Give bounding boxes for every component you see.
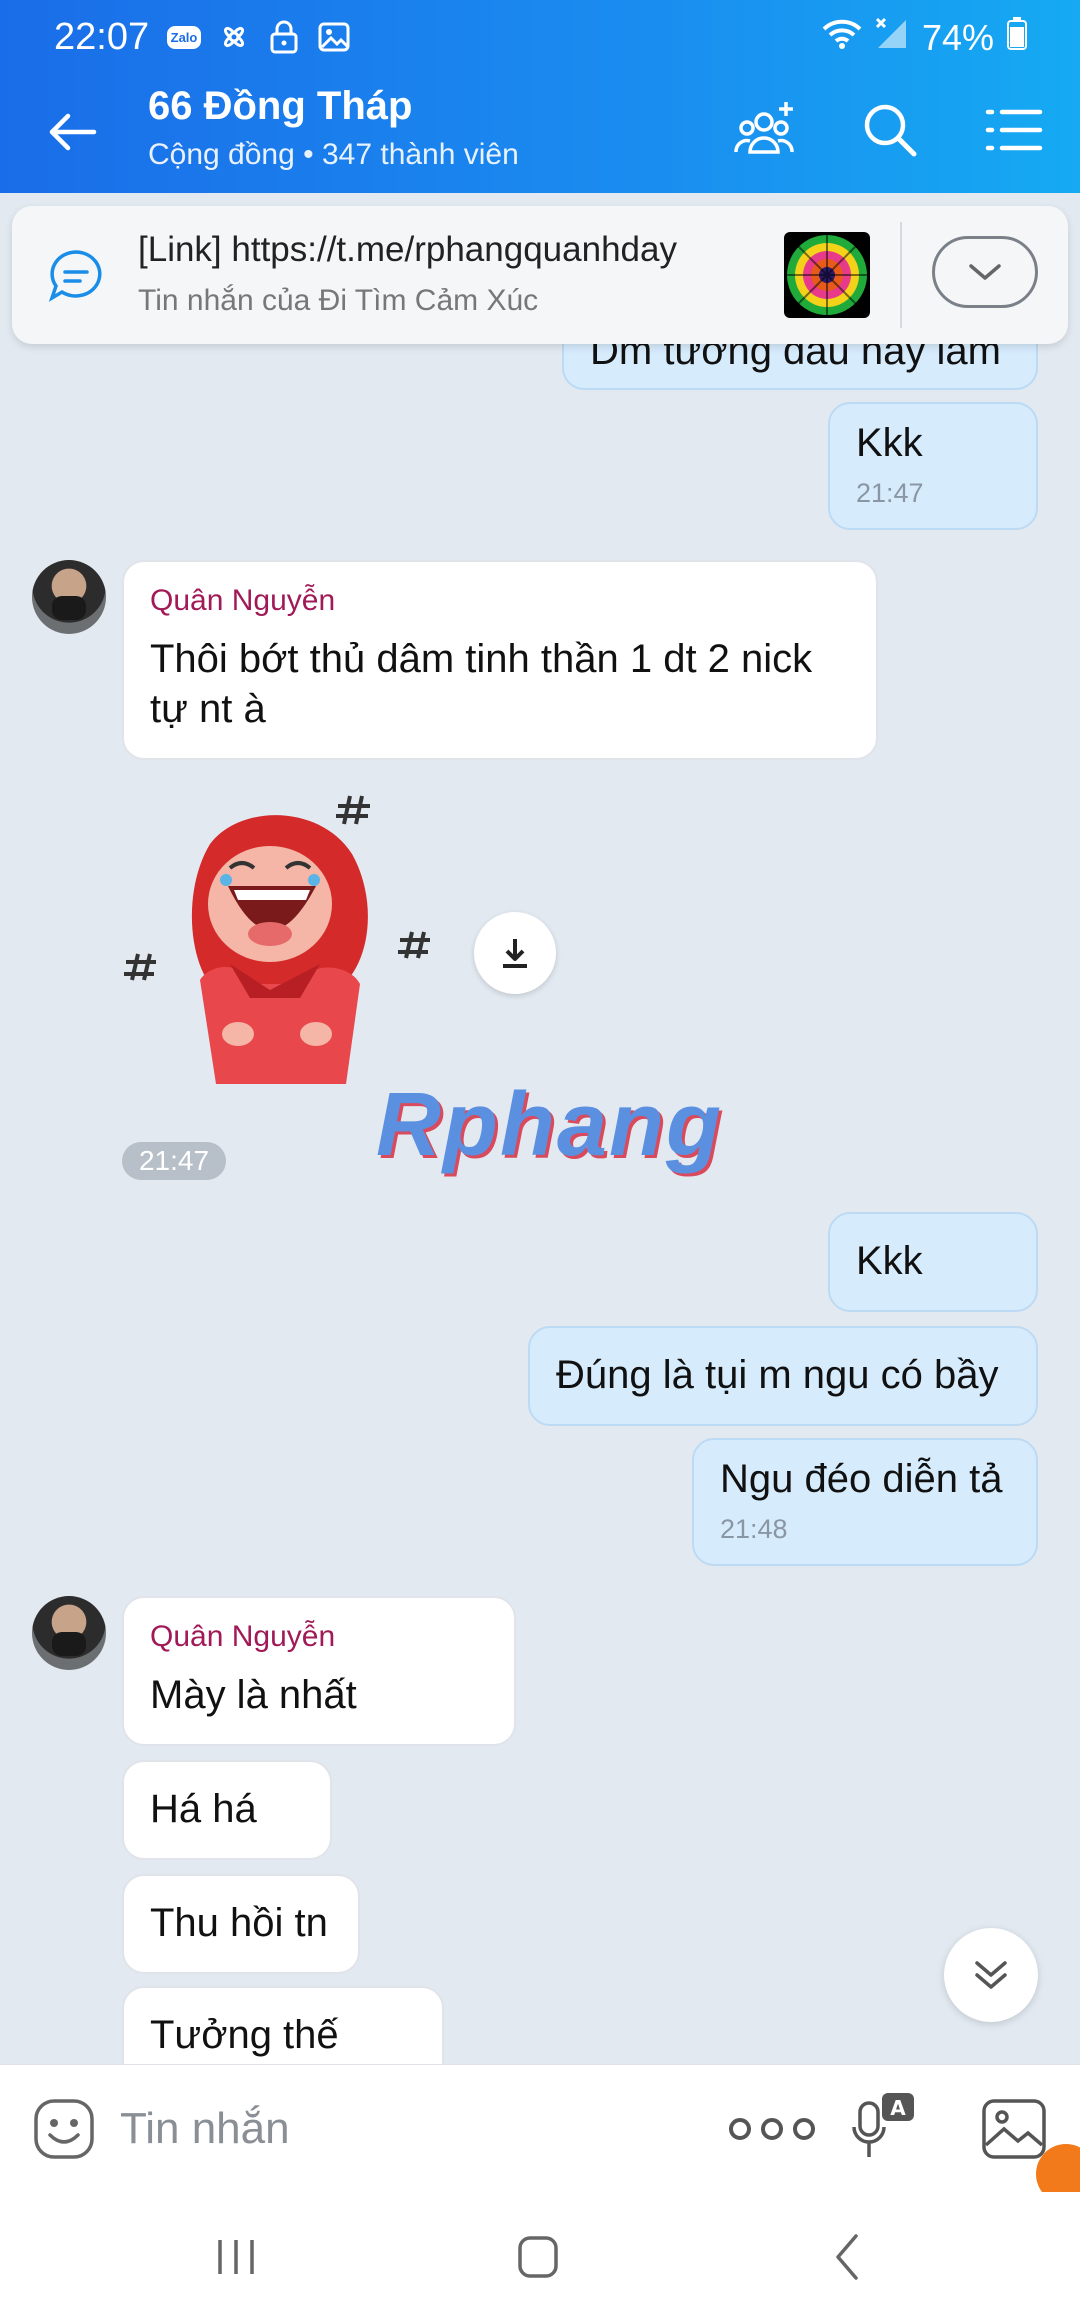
message-text: Dm tướng đầu hay lắm [590, 344, 1001, 373]
avatar[interactable] [32, 1596, 106, 1670]
watermark-logo: Rphang [376, 1075, 723, 1175]
zalo-notification-icon: Zalo [166, 20, 202, 54]
wifi-icon [822, 17, 862, 59]
chat-bubble-icon [46, 246, 106, 306]
voice-to-text-button[interactable]: A [852, 2091, 916, 2167]
sticker-time: 21:47 [122, 1142, 226, 1180]
scroll-to-bottom-button[interactable] [944, 1928, 1038, 2022]
search-icon [864, 104, 917, 157]
sender-name[interactable]: Quân Nguyễn [150, 1612, 488, 1662]
pinwheel-icon [216, 20, 252, 54]
download-icon [503, 939, 527, 968]
gallery-icon [316, 20, 352, 54]
list-menu-icon [985, 109, 1043, 151]
divider [900, 222, 902, 328]
message-text-line: Thôi bớt thủ dâm tinh thần 1 dt 2 nick [150, 637, 813, 681]
status-bar: 22:07 Zalo 74% [0, 0, 1080, 66]
message-text: Kkk [856, 421, 923, 465]
status-right-icons: 74% [822, 16, 1028, 59]
message-bubble[interactable]: Quân Nguyễn Thôi bớt thủ dâm tinh thần 1… [122, 560, 878, 760]
more-options-button[interactable] [716, 2105, 828, 2153]
more-dots-icon [729, 2118, 815, 2140]
recent-apps-icon [218, 2240, 254, 2274]
message-bubble[interactable]: Kkk [828, 1212, 1038, 1312]
message-bubble[interactable]: Đúng là tụi m ngu có bầy [528, 1326, 1038, 1426]
message-text: Thu hồi tn [150, 1901, 328, 1945]
pinned-title: [Link] https://t.me/rphangquanhday [138, 230, 677, 269]
expand-pinned-button[interactable] [932, 236, 1038, 308]
message-bubble[interactable]: Quân Nguyễn Mày là nhất [122, 1596, 516, 1746]
chat-header: 66 Đồng Tháp Cộng đồng • 347 thành viên [0, 66, 1080, 193]
send-image-button[interactable] [980, 2095, 1048, 2163]
chevron-down-icon [969, 264, 1001, 280]
back-button[interactable] [44, 104, 100, 160]
chat-area[interactable]: Dm tướng đầu hay lắm Kkk 21:47 Quân Nguy… [0, 344, 1080, 2064]
system-back-button[interactable] [818, 2232, 878, 2282]
message-time: 21:48 [720, 1514, 788, 1544]
message-bubble[interactable]: Tưởng thế nào [122, 1986, 444, 2064]
message-text: Kkk [856, 1239, 923, 1283]
avatar[interactable] [32, 560, 106, 634]
group-title[interactable]: 66 Đồng Tháp [148, 84, 412, 129]
home-button[interactable] [508, 2232, 568, 2282]
group-subtitle: Cộng đồng • 347 thành viên [148, 138, 519, 171]
pinned-thumbnail [784, 232, 870, 318]
message-input-bar: A [0, 2064, 1080, 2192]
message-time: 21:47 [856, 478, 924, 508]
lock-icon [266, 20, 302, 54]
message-text: Tưởng thế nào [150, 2013, 339, 2064]
add-member-button[interactable] [732, 96, 800, 164]
status-notification-icons: Zalo [166, 20, 352, 54]
recent-apps-button[interactable] [206, 2232, 266, 2282]
home-icon [518, 2236, 558, 2278]
battery-icon [1006, 16, 1028, 59]
emoji-button[interactable] [32, 2097, 96, 2161]
message-bubble[interactable]: Ngu đéo diễn tả 21:48 [692, 1438, 1038, 1566]
double-chevron-down-icon [975, 1961, 1007, 1989]
message-bubble[interactable]: Há há [122, 1760, 332, 1860]
laughing-character-sticker [124, 795, 430, 1084]
voice-to-text-icon: A [852, 2093, 914, 2157]
system-navigation-bar [0, 2192, 1080, 2316]
sender-name[interactable]: Quân Nguyễn [150, 576, 850, 626]
pinned-message[interactable]: [Link] https://t.me/rphangquanhday Tin n… [12, 206, 1068, 344]
message-text: Mày là nhất [150, 1673, 357, 1717]
svg-text:A: A [890, 2096, 906, 2120]
download-button[interactable] [474, 912, 556, 994]
add-member-icon [734, 102, 794, 154]
message-bubble[interactable]: Kkk 21:47 [828, 402, 1038, 530]
emoji-icon [34, 2099, 94, 2159]
status-time: 22:07 [54, 16, 150, 58]
message-bubble[interactable]: Thu hồi tn [122, 1874, 360, 1974]
pinned-source: Tin nhắn của Đi Tìm Cảm Xúc [138, 284, 539, 317]
message-bubble[interactable]: Dm tướng đầu hay lắm [562, 344, 1038, 390]
image-icon [982, 2099, 1046, 2159]
search-button[interactable] [856, 96, 924, 164]
message-text: Đúng là tụi m ngu có bầy [556, 1353, 999, 1397]
cellular-signal-icon [874, 16, 910, 59]
sticker[interactable] [120, 784, 480, 1124]
message-text: Há há [150, 1787, 257, 1831]
message-text: Ngu đéo diễn tả [720, 1457, 1003, 1501]
arrow-left-icon [49, 113, 97, 151]
battery-percent: 74% [921, 16, 994, 58]
message-input[interactable] [120, 2091, 680, 2167]
menu-button[interactable] [980, 96, 1048, 164]
chevron-left-icon [836, 2234, 858, 2280]
message-text-line: tự nt à [150, 687, 266, 731]
